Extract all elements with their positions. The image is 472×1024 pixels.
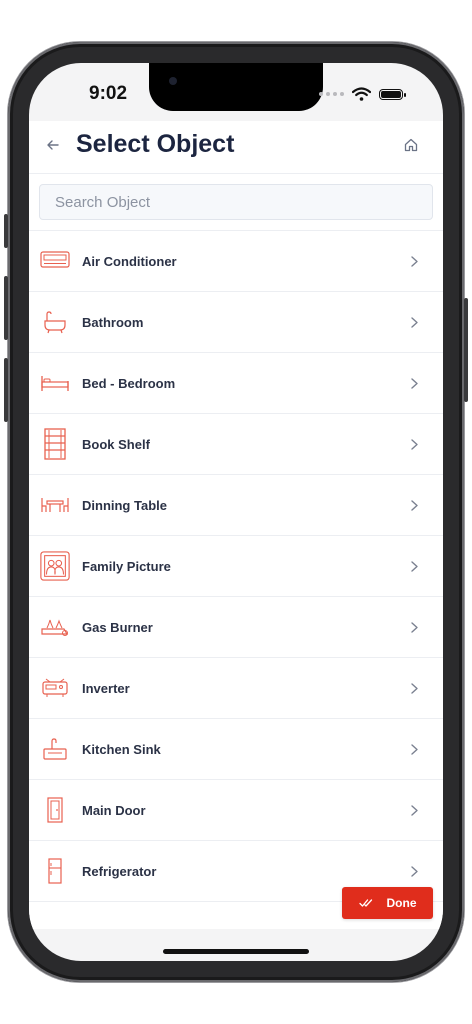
chevron-right-icon: [407, 497, 421, 513]
gas-burner-icon: [39, 611, 71, 643]
item-label: Bed - Bedroom: [82, 375, 176, 391]
status-indicators: [319, 87, 406, 101]
chevron-right-icon: [407, 619, 421, 635]
list-item[interactable]: Inverter: [29, 658, 443, 719]
list-item[interactable]: Family Picture: [29, 536, 443, 597]
list-item[interactable]: Main Door: [29, 780, 443, 841]
page-title: Select Object: [76, 130, 235, 158]
power-button: [464, 298, 468, 402]
done-button[interactable]: Done: [342, 887, 433, 919]
item-label: Dinning Table: [82, 497, 167, 513]
volume-down-button: [4, 358, 8, 422]
list-item[interactable]: Bed - Bedroom: [29, 353, 443, 414]
list-item[interactable]: Air Conditioner: [29, 231, 443, 292]
list-item[interactable]: Dinning Table: [29, 475, 443, 536]
list-item[interactable]: Kitchen Sink: [29, 719, 443, 780]
inverter-icon: [39, 672, 71, 704]
bed-icon: [39, 367, 71, 399]
item-label: Family Picture: [82, 558, 171, 574]
item-label: Book Shelf: [82, 436, 150, 452]
kitchen-sink-icon: [39, 733, 71, 765]
refrigerator-icon: [39, 855, 71, 887]
battery-icon: [379, 88, 406, 100]
chevron-right-icon: [407, 680, 421, 696]
dining-table-icon: [39, 489, 71, 521]
back-button[interactable]: [43, 135, 63, 155]
search-input[interactable]: [39, 184, 433, 220]
air-conditioner-icon: [39, 245, 71, 277]
notch: [149, 63, 323, 111]
chevron-right-icon: [407, 741, 421, 757]
status-time: 9:02: [89, 83, 128, 104]
list-item[interactable]: Gas Burner: [29, 597, 443, 658]
home-button[interactable]: [401, 135, 421, 155]
done-label: Done: [386, 896, 417, 910]
front-camera: [169, 77, 177, 85]
chevron-right-icon: [407, 436, 421, 452]
chevron-right-icon: [407, 314, 421, 330]
item-label: Refrigerator: [82, 863, 157, 879]
item-label: Air Conditioner: [82, 253, 177, 269]
bookshelf-icon: [39, 428, 71, 460]
list-item[interactable]: Book Shelf: [29, 414, 443, 475]
item-label: Inverter: [82, 680, 130, 696]
mute-switch: [4, 214, 8, 248]
chevron-right-icon: [407, 253, 421, 269]
item-label: Kitchen Sink: [82, 741, 161, 757]
chevron-right-icon: [407, 375, 421, 391]
arrow-left-icon: [47, 140, 59, 150]
object-list: Air Conditioner Bathroom Bed - Bedroom B…: [29, 231, 443, 902]
chevron-right-icon: [407, 802, 421, 818]
family-picture-icon: [39, 550, 71, 582]
bathtub-icon: [39, 306, 71, 338]
double-check-icon: [358, 899, 372, 907]
chevron-right-icon: [407, 863, 421, 879]
item-label: Main Door: [82, 802, 146, 818]
chevron-right-icon: [407, 558, 421, 574]
screen: 9:02 Select Object Search Object Air Con…: [29, 63, 443, 961]
item-label: Bathroom: [82, 314, 144, 330]
search-bar: [29, 174, 443, 231]
home-indicator: [163, 949, 309, 954]
wifi-icon: [352, 87, 371, 101]
select-object-page: Select Object Air Conditioner: [29, 121, 443, 929]
app-header: Select Object: [29, 121, 443, 174]
volume-up-button: [4, 276, 8, 340]
item-label: Gas Burner: [82, 619, 153, 635]
cellular-signal-icon: [319, 92, 344, 96]
door-icon: [39, 794, 71, 826]
home-icon: [404, 138, 418, 152]
list-item[interactable]: Bathroom: [29, 292, 443, 353]
